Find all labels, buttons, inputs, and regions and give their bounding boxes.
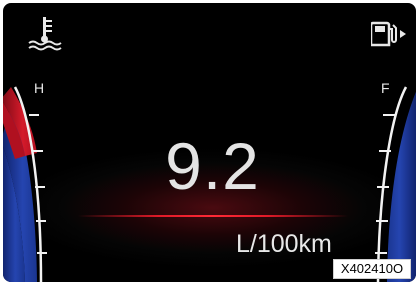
fuel-consumption-value: 9.2: [165, 129, 260, 203]
figure-code-label: X402410O: [333, 259, 411, 279]
fuel-consumption-unit: L/100km: [236, 230, 332, 258]
temp-gauge-hot-label: H: [34, 80, 45, 96]
instrument-display: H F 9.2 L/100km: [3, 3, 416, 282]
fuel-gauge-full-label: F: [381, 80, 390, 96]
divider-line: [78, 215, 348, 217]
